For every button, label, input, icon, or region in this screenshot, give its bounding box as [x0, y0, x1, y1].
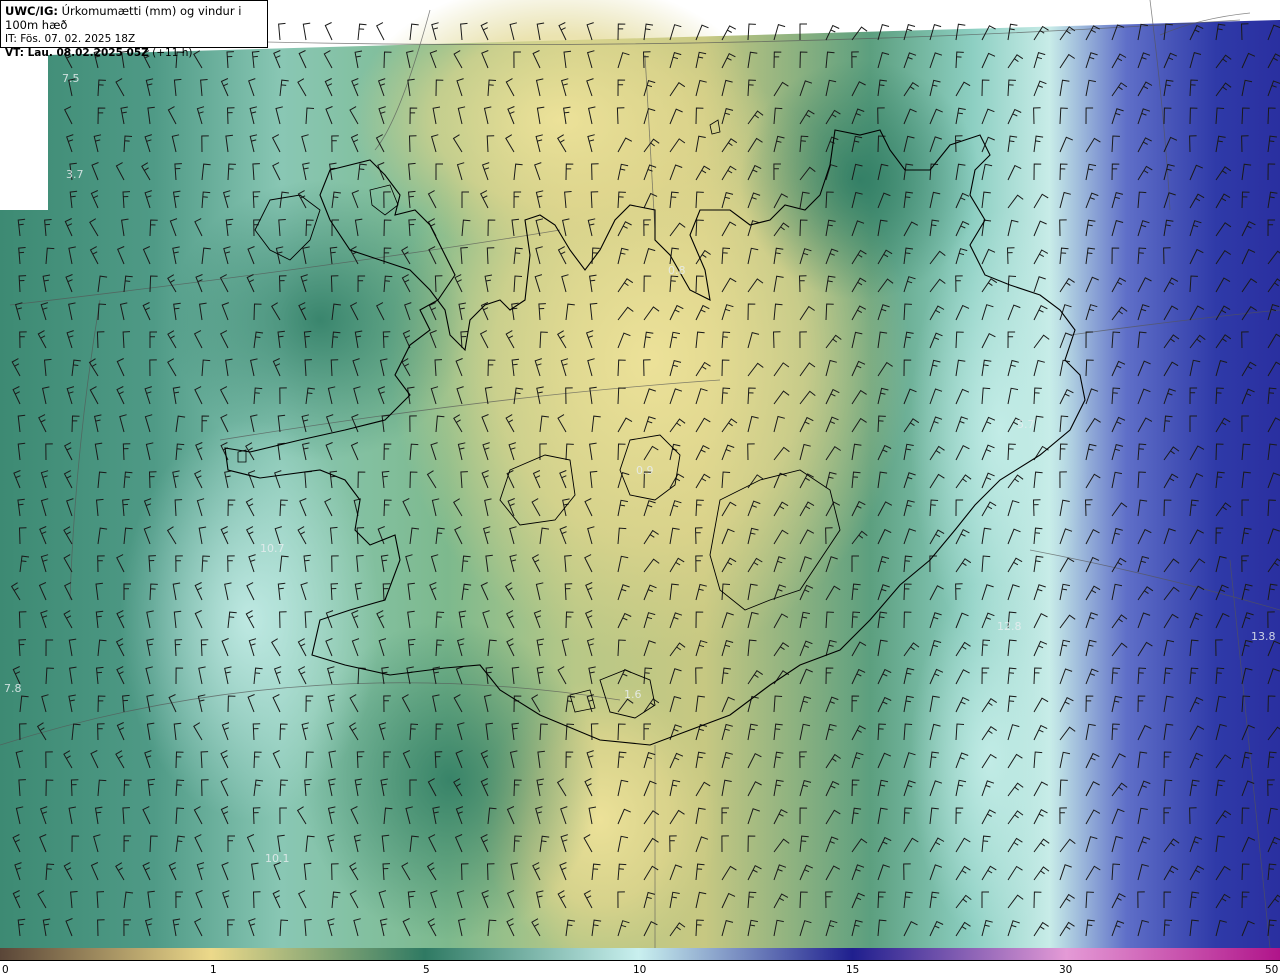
colorbar: 0 1 5 10 15 30 50	[0, 948, 1280, 978]
value-label: 12.8	[997, 620, 1022, 633]
valid-time: VT: Lau. 08.02.2025 05Z	[5, 47, 149, 59]
colorbar-tick-5: 5	[423, 964, 430, 976]
model-name: UWC/IG:	[5, 4, 58, 18]
value-label: 0.9	[636, 464, 654, 477]
weather-map-view: 7.5 3.7 0.8 0.9 5.7 10.7 7.8 12.8 13.8 1.6 10.1 UW…	[0, 0, 1280, 978]
colorbar-tick-0: 0	[2, 964, 9, 976]
value-label: 10.7	[260, 542, 285, 555]
value-label: 1.6	[624, 688, 642, 701]
value-label: 7.8	[4, 682, 22, 695]
value-label: 3.7	[66, 168, 84, 181]
value-label: 13.8	[1251, 630, 1276, 643]
valid-time-line: VT: Lau. 08.02.2025 05Z (+11 h)	[5, 46, 263, 60]
colorbar-tick-1: 1	[210, 964, 217, 976]
colorbar-tick-50: 50	[1265, 964, 1279, 976]
value-label: 0.8	[668, 264, 686, 277]
wind-barb	[357, 23, 367, 41]
wind-barb	[278, 22, 286, 41]
colorbar-tick-15: 15	[846, 964, 860, 976]
colorbar-gradient	[0, 948, 1280, 961]
precipitable-water-map: 7.5 3.7 0.8 0.9 5.7 10.7 7.8 12.8 13.8 1.6 10.1	[0, 0, 1280, 948]
value-label: 5.7	[1017, 418, 1035, 431]
map-header-box: UWC/IG: Úrkomumætti (mm) og vindur i 100…	[0, 0, 268, 59]
wind-barb	[376, 22, 385, 41]
value-label: 7.5	[62, 72, 80, 85]
title-line: UWC/IG: Úrkomumætti (mm) og vindur i 100…	[5, 4, 263, 32]
wind-barb	[302, 22, 311, 41]
init-time: IT: Fös. 07. 02. 2025 18Z	[5, 33, 136, 45]
wind-barb	[324, 22, 333, 41]
colorbar-tick-30: 30	[1059, 964, 1073, 976]
value-label: 10.1	[265, 852, 290, 865]
colorbar-tick-10: 10	[633, 964, 647, 976]
forecast-offset: (+11 h)	[152, 47, 193, 59]
